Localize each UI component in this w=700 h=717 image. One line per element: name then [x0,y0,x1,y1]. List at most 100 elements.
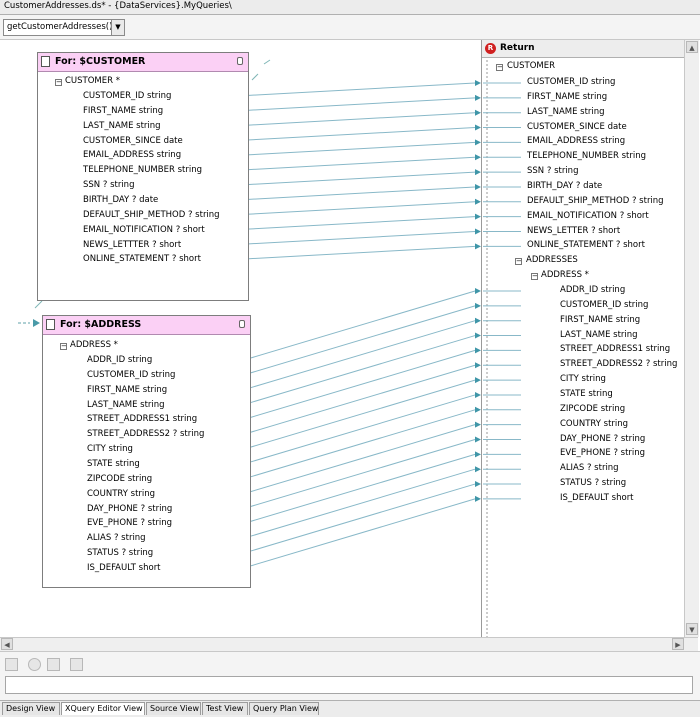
address-for-block[interactable]: For: $ADDRESS − ADDRESS * ADDR_ID string… [42,315,251,588]
customer-for-block[interactable]: For: $CUSTOMER − CUSTOMER * CUSTOMER_ID … [37,52,249,301]
return-address-field[interactable]: FIRST_NAME string [560,315,640,325]
address-field[interactable]: STATE string [87,459,140,469]
collapse-addresses-icon[interactable]: − [515,258,522,265]
return-customer-field[interactable]: EMAIL_ADDRESS string [527,136,625,146]
return-customer-field[interactable]: DEFAULT_SHIP_METHOD ? string [527,196,664,206]
customer-field[interactable]: LAST_NAME string [83,121,161,131]
return-address-label: ADDRESS * [541,270,589,280]
return-customer-field[interactable]: CUSTOMER_ID string [527,77,615,87]
return-header[interactable]: R Return [482,40,684,58]
return-address-field[interactable]: ADDR_ID string [560,285,625,295]
collapse-customer-icon[interactable]: − [55,79,62,86]
customer-mapping-line [246,201,476,215]
address-field[interactable]: CUSTOMER_ID string [87,370,175,380]
return-address-field[interactable]: ZIPCODE string [560,404,625,414]
stop-icon[interactable] [28,658,41,671]
address-mapping-line [248,498,476,567]
scroll-up-icon[interactable]: ▲ [686,41,698,53]
return-customer-field[interactable]: FIRST_NAME string [527,92,607,102]
return-customer-field[interactable]: SSN ? string [527,166,578,176]
return-address-field[interactable]: CUSTOMER_ID string [560,300,648,310]
toolbar: getCustomerAddresses() ▼ [0,15,700,40]
return-customer-field[interactable]: LAST_NAME string [527,107,605,117]
return-customer-field[interactable]: TELEPHONE_NUMBER string [527,151,646,161]
pin-icon[interactable] [237,57,243,65]
address-field[interactable]: ADDR_ID string [87,355,152,365]
scroll-left-icon[interactable]: ◀ [1,638,13,650]
customer-mapping-line [246,127,476,141]
address-field[interactable]: FIRST_NAME string [87,385,167,395]
address-field[interactable]: DAY_PHONE ? string [87,504,172,514]
return-customer-field[interactable]: CUSTOMER_SINCE date [527,122,627,132]
customer-mapping-line [246,141,476,156]
status-panel [0,651,700,702]
return-address-field[interactable]: IS_DEFAULT short [560,493,634,503]
panel-icon[interactable] [5,658,18,671]
return-address-field[interactable]: COUNTRY string [560,419,628,429]
address-field[interactable]: CITY string [87,444,133,454]
window-title: CustomerAddresses.ds* - {DataServices}.M… [4,1,232,11]
return-address-field[interactable]: STREET_ADDRESS2 ? string [560,359,677,369]
customer-field[interactable]: NEWS_LETTTER ? short [83,240,181,250]
address-field[interactable]: IS_DEFAULT short [87,563,161,573]
return-address-field[interactable]: STATUS ? string [560,478,626,488]
return-address-field[interactable]: STREET_ADDRESS1 string [560,344,670,354]
tab-xquery-editor-view[interactable]: XQuery Editor View [61,702,145,715]
return-address-field[interactable]: STATE string [560,389,613,399]
return-tree[interactable]: − CUSTOMER − ADDRESSES − ADDRESS * CUSTO… [482,57,684,637]
address-field[interactable]: ZIPCODE string [87,474,152,484]
customer-field[interactable]: ONLINE_STATEMENT ? short [83,254,201,264]
customer-field[interactable]: EMAIL_NOTIFICATION ? short [83,225,205,235]
function-select[interactable]: getCustomerAddresses() ▼ [3,19,125,36]
options-icon[interactable] [70,658,83,671]
scroll-down-icon[interactable]: ▼ [686,623,698,635]
return-address-field[interactable]: EVE_PHONE ? string [560,448,645,458]
return-address-field[interactable]: ALIAS ? string [560,463,619,473]
pin-icon[interactable] [239,320,245,328]
customer-mapping-line [246,112,476,126]
return-address-field[interactable]: DAY_PHONE ? string [560,434,645,444]
tab-source-view[interactable]: Source View [146,702,201,715]
customer-field[interactable]: TELEPHONE_NUMBER string [83,165,202,175]
address-mapping-line [248,320,476,389]
customer-field[interactable]: BIRTH_DAY ? date [83,195,158,205]
customer-field[interactable]: SSN ? string [83,180,134,190]
tab-query-plan-view[interactable]: Query Plan View [249,702,319,715]
return-customer-field[interactable]: BIRTH_DAY ? date [527,181,602,191]
message-field[interactable] [5,676,693,694]
return-address-field[interactable]: LAST_NAME string [560,330,638,340]
collapse-return-address-icon[interactable]: − [531,273,538,280]
customer-field[interactable]: FIRST_NAME string [83,106,163,116]
return-customer-field[interactable]: ONLINE_STATEMENT ? short [527,240,645,250]
vertical-scrollbar[interactable]: ▲ ▼ [684,40,699,637]
return-customer-field[interactable]: NEWS_LETTER ? short [527,226,620,236]
address-element-label: ADDRESS * [70,340,118,350]
scroll-right-icon[interactable]: ▶ [672,638,684,650]
address-field[interactable]: ALIAS ? string [87,533,146,543]
return-customer-field[interactable]: EMAIL_NOTIFICATION ? short [527,211,649,221]
address-field[interactable]: STREET_ADDRESS2 ? string [87,429,204,439]
check-icon[interactable] [47,658,60,671]
customer-field[interactable]: CUSTOMER_SINCE date [83,136,183,146]
customer-mapping-line [246,216,476,230]
customer-field[interactable]: DEFAULT_SHIP_METHOD ? string [83,210,220,220]
tab-test-view[interactable]: Test View [202,702,248,715]
address-mapping-line [248,364,476,434]
chevron-down-icon[interactable]: ▼ [111,20,124,35]
address-block-header[interactable]: For: $ADDRESS [43,316,250,335]
address-mapping-line [248,409,476,478]
customer-field[interactable]: EMAIL_ADDRESS string [83,150,181,160]
customer-field[interactable]: CUSTOMER_ID string [83,91,171,101]
address-field[interactable]: STREET_ADDRESS1 string [87,414,197,424]
customer-block-header[interactable]: For: $CUSTOMER [38,53,248,72]
return-address-field[interactable]: CITY string [560,374,606,384]
address-field[interactable]: COUNTRY string [87,489,155,499]
document-icon [41,56,50,67]
collapse-return-customer-icon[interactable]: − [496,64,503,71]
address-field[interactable]: LAST_NAME string [87,400,165,410]
tab-design-view[interactable]: Design View [2,702,60,715]
horizontal-scrollbar[interactable]: ◀ ▶ [0,637,698,651]
collapse-address-icon[interactable]: − [60,343,67,350]
address-field[interactable]: STATUS ? string [87,548,153,558]
address-field[interactable]: EVE_PHONE ? string [87,518,172,528]
